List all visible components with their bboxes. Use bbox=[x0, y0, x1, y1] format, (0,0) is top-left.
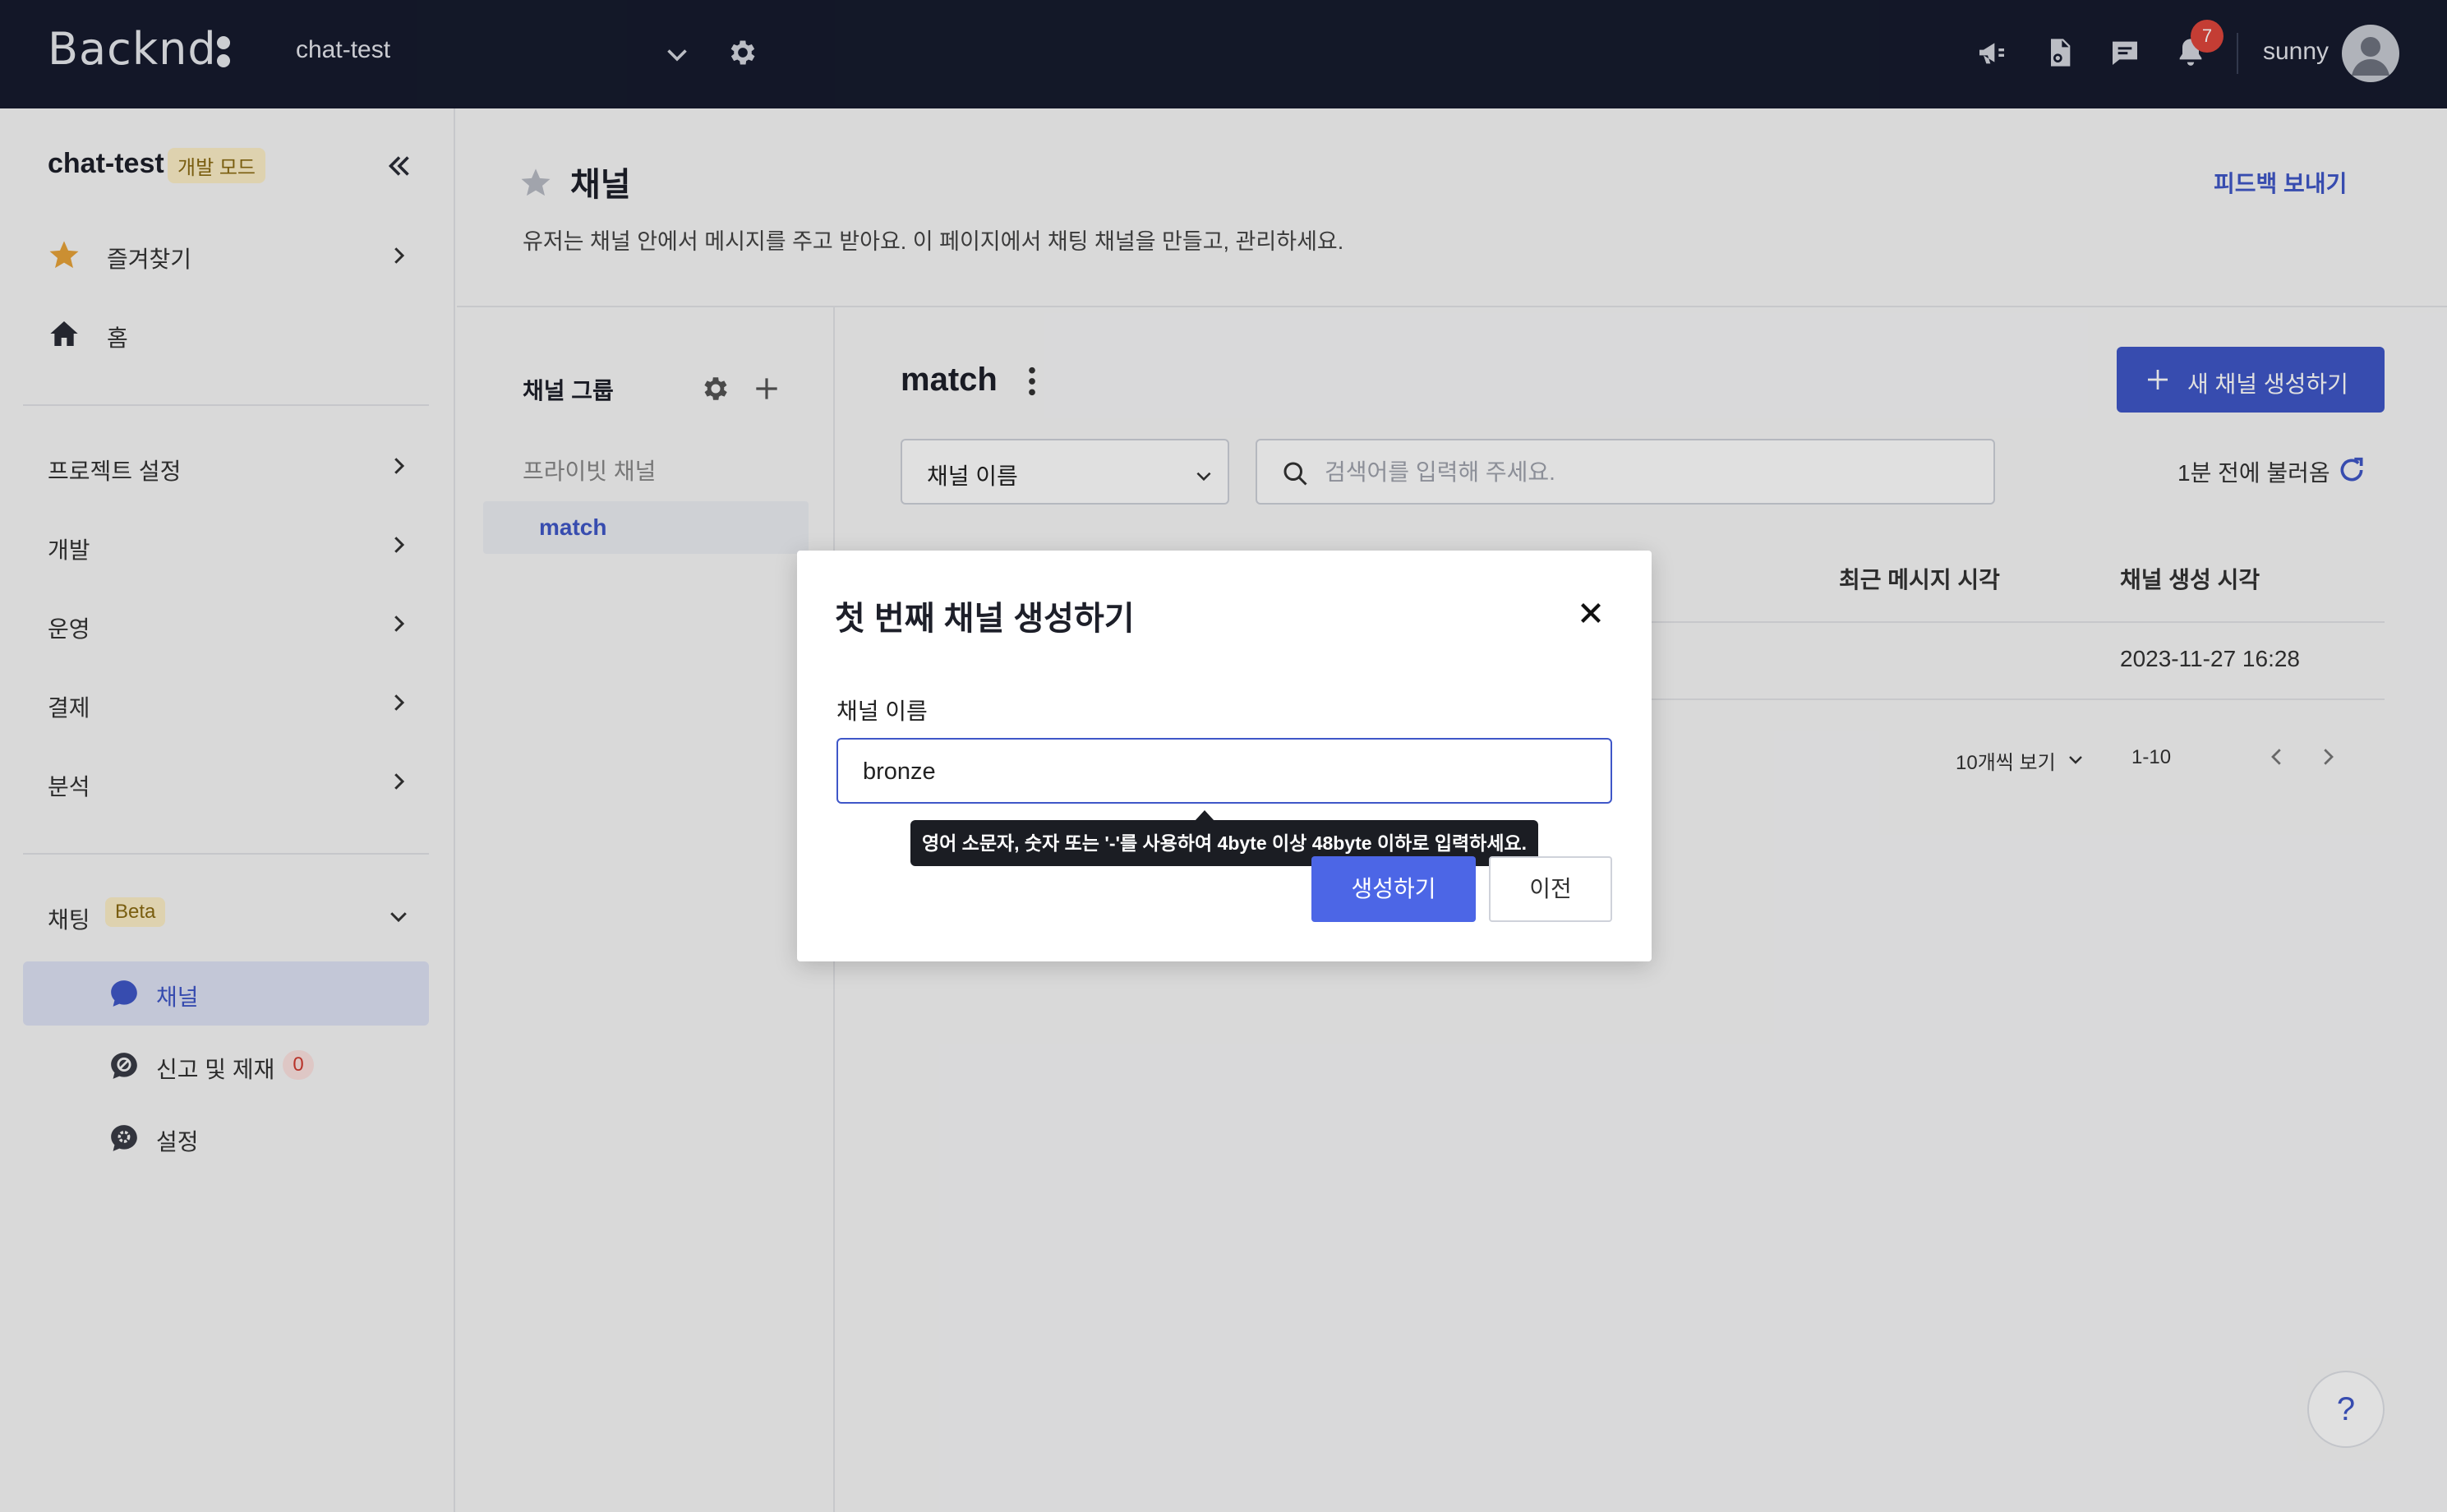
back-button[interactable]: 이전 bbox=[1489, 856, 1612, 922]
channel-name-field[interactable] bbox=[836, 738, 1612, 804]
close-icon[interactable] bbox=[1576, 598, 1606, 628]
channel-name-label: 채널 이름 bbox=[836, 698, 928, 724]
create-channel-modal: 첫 번째 채널 생성하기 채널 이름 영어 소문자, 숫자 또는 '-'를 사용… bbox=[797, 551, 1652, 961]
modal-title: 첫 번째 채널 생성하기 bbox=[835, 601, 1135, 637]
create-button[interactable]: 생성하기 bbox=[1311, 856, 1476, 922]
channel-name-input[interactable] bbox=[861, 753, 1584, 791]
